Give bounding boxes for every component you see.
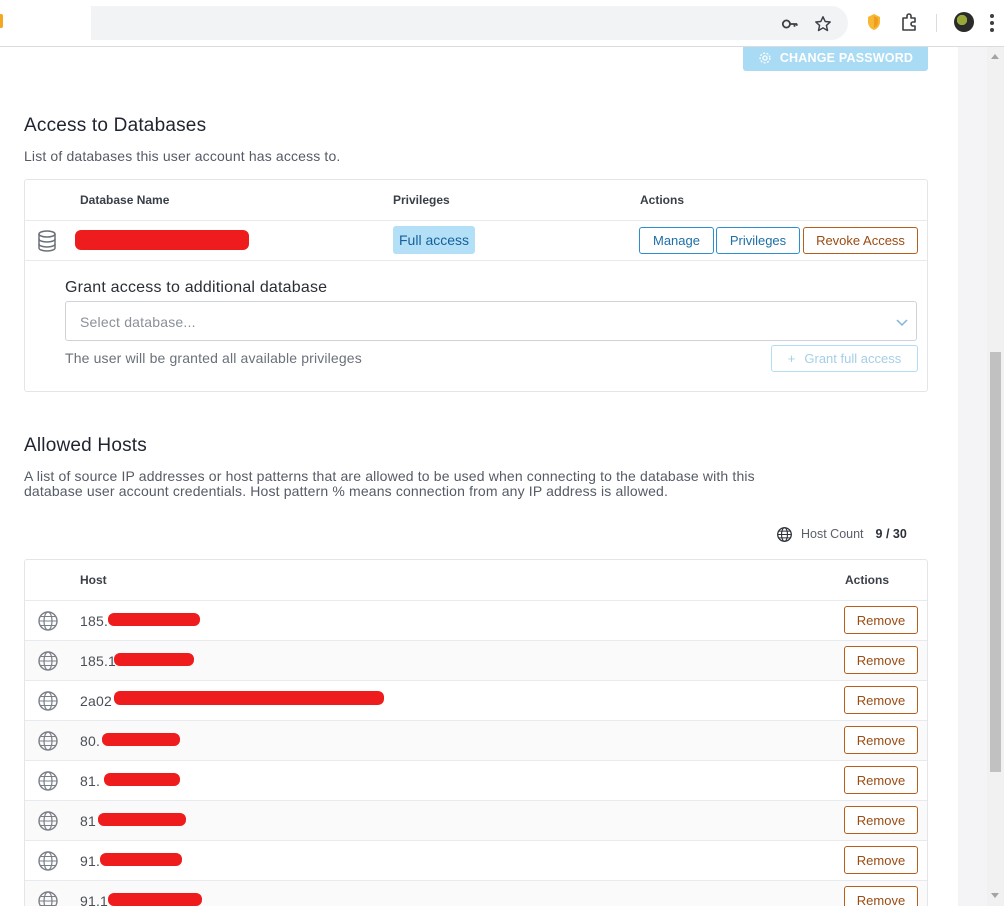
profile-avatar[interactable]	[954, 12, 974, 32]
databases-panel: Database Name Privileges Actions Full ac…	[24, 179, 928, 392]
redacted-host	[100, 853, 182, 866]
change-password-button[interactable]: CHANGE PASSWORD	[743, 47, 928, 71]
globe-icon	[38, 771, 58, 791]
redacted-host	[102, 733, 180, 746]
grant-access-label: Grant access to additional database	[65, 279, 328, 296]
scroll-up-arrow-icon[interactable]	[991, 54, 999, 59]
redacted-host	[114, 653, 194, 666]
redacted-host	[98, 813, 186, 826]
address-bar[interactable]	[91, 6, 848, 40]
toolbar-divider	[936, 14, 937, 32]
host-count-value: 9 / 30	[875, 527, 907, 541]
table-row: 81. Remove	[25, 760, 927, 800]
host-value: 185.1	[80, 653, 117, 669]
column-header-database-name: Database Name	[80, 193, 170, 207]
table-row: 80. Remove	[25, 720, 927, 760]
header-divider	[25, 220, 927, 221]
grant-note: The user will be granted all available p…	[65, 350, 362, 366]
privileges-button[interactable]: Privileges	[716, 227, 800, 254]
page-content: CHANGE PASSWORD Access to Databases List…	[0, 47, 958, 906]
host-value: 81.	[80, 773, 101, 789]
extension-shield-icon[interactable]	[864, 12, 884, 32]
revoke-access-button[interactable]: Revoke Access	[803, 227, 918, 254]
column-header-host: Host	[80, 573, 107, 587]
table-row: 91.1 Remove	[25, 880, 927, 906]
host-value: 81	[80, 813, 96, 829]
remove-button[interactable]: Remove	[844, 806, 918, 834]
remove-button[interactable]: Remove	[844, 766, 918, 794]
database-select[interactable]: Select database...	[65, 301, 917, 341]
table-row: 2a02 Remove	[25, 680, 927, 720]
remove-button[interactable]: Remove	[844, 646, 918, 674]
column-header-privileges: Privileges	[393, 193, 450, 207]
host-value: 80.	[80, 733, 101, 749]
change-password-label: CHANGE PASSWORD	[779, 51, 914, 65]
key-icon[interactable]	[781, 15, 799, 33]
databases-description: List of databases this user account has …	[24, 148, 341, 164]
host-value: 91.1	[80, 893, 109, 906]
globe-icon	[777, 526, 792, 542]
globe-icon	[38, 811, 58, 831]
globe-icon	[38, 851, 58, 871]
host-value: 2a02	[80, 693, 112, 709]
row-divider	[25, 260, 927, 261]
redacted-host	[114, 691, 384, 705]
remove-button[interactable]: Remove	[844, 686, 918, 714]
table-row: 91. Remove	[25, 840, 927, 880]
database-select-placeholder: Select database...	[80, 314, 196, 330]
hosts-description-line-1: A list of source IP addresses or host pa…	[24, 468, 755, 484]
column-header-actions: Actions	[640, 193, 685, 207]
remove-button[interactable]: Remove	[844, 726, 918, 754]
column-header-actions: Actions	[845, 573, 890, 587]
database-icon	[38, 230, 56, 252]
host-count: Host Count 9 / 30	[776, 525, 907, 543]
table-row: 81 Remove	[25, 800, 927, 840]
scroll-down-arrow-icon[interactable]	[991, 893, 999, 898]
chevron-down-icon	[896, 319, 908, 327]
host-value: 91.	[80, 853, 101, 869]
host-value: 185.	[80, 613, 109, 629]
plus-icon: +	[787, 351, 796, 366]
table-row: 185. Remove	[25, 600, 927, 640]
page-gutter	[958, 47, 987, 906]
browser-toolbar	[0, 0, 1004, 47]
tab-edge-indicator	[0, 14, 3, 28]
redacted-database-name	[75, 230, 249, 250]
hosts-description-line-2: database user account credentials. Host …	[24, 483, 669, 499]
redacted-host	[104, 773, 180, 786]
globe-icon	[38, 891, 58, 906]
remove-button[interactable]: Remove	[844, 606, 918, 634]
remove-button[interactable]: Remove	[844, 886, 918, 906]
remove-button[interactable]: Remove	[844, 846, 918, 874]
hosts-section-title: Allowed Hosts	[24, 435, 147, 456]
kebab-menu-icon[interactable]	[990, 14, 994, 32]
puzzle-icon[interactable]	[899, 12, 919, 32]
globe-icon	[38, 731, 58, 751]
globe-icon	[38, 691, 58, 711]
host-count-label: Host Count	[801, 527, 864, 541]
databases-section-title: Access to Databases	[24, 115, 207, 136]
manage-button[interactable]: Manage	[639, 227, 714, 254]
globe-icon	[38, 651, 58, 671]
grant-full-access-button[interactable]: + Grant full access	[771, 345, 918, 372]
redacted-host	[108, 613, 200, 626]
gear-icon	[759, 52, 771, 64]
hosts-panel: Host Actions 185. Remove 185.1 Remove 2a02 Re…	[24, 559, 928, 906]
globe-icon	[38, 611, 58, 631]
grant-full-access-label: Grant full access	[804, 351, 902, 366]
table-row: 185.1 Remove	[25, 640, 927, 680]
scrollbar-thumb[interactable]	[990, 352, 1001, 772]
star-icon[interactable]	[814, 15, 832, 33]
redacted-host	[108, 893, 202, 906]
privilege-badge: Full access	[393, 226, 476, 254]
